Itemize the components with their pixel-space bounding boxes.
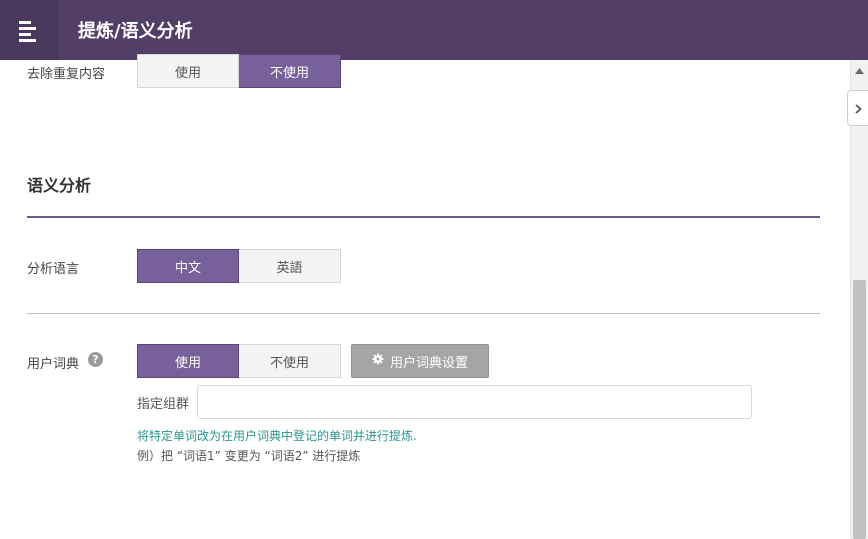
chevron-right-icon — [854, 99, 862, 118]
top-bar: 提炼/语义分析 — [0, 0, 868, 60]
language-chinese-option[interactable]: 中文 — [137, 249, 239, 283]
group-input[interactable] — [197, 385, 752, 419]
help-icon[interactable]: ? — [88, 352, 103, 367]
scrollbar[interactable] — [850, 60, 868, 539]
dictionary-settings-button[interactable]: 用户词典设置 — [351, 344, 489, 378]
language-english-option[interactable]: 英語 — [239, 249, 341, 283]
user-dictionary-label: 用户词典 — [27, 357, 80, 372]
analysis-language-toggle: 中文 英語 — [137, 249, 341, 283]
scroll-thumb[interactable] — [853, 280, 866, 539]
page-title: 提炼/语义分析 — [78, 21, 193, 42]
section-title: 语义分析 — [27, 176, 92, 195]
menu-button[interactable] — [0, 0, 58, 60]
side-panel-toggle[interactable] — [847, 90, 868, 126]
dictionary-use-option[interactable]: 使用 — [137, 344, 239, 378]
dictionary-hint: 将特定单词改为在用户词典中登记的单词并进行提炼. — [137, 429, 417, 443]
scroll-up-icon[interactable] — [851, 64, 868, 78]
group-label: 指定组群 — [137, 397, 190, 412]
dictionary-nouse-option[interactable]: 不使用 — [239, 344, 341, 378]
section-divider — [27, 216, 820, 218]
dictionary-example: 例）把 “词语1” 变更为 “词语2” 进行提炼 — [137, 449, 361, 463]
remove-duplicates-label: 去除重复内容 — [27, 67, 106, 82]
dictionary-settings-label: 用户词典设置 — [389, 355, 468, 371]
gear-icon — [372, 353, 384, 369]
analysis-language-label: 分析语言 — [27, 262, 80, 277]
row-divider — [27, 313, 820, 314]
remove-duplicates-use-option[interactable]: 使用 — [137, 54, 239, 88]
remove-duplicates-toggle: 使用 不使用 — [137, 54, 341, 88]
user-dictionary-toggle: 使用 不使用 — [137, 344, 341, 378]
remove-duplicates-nouse-option[interactable]: 不使用 — [239, 54, 341, 88]
